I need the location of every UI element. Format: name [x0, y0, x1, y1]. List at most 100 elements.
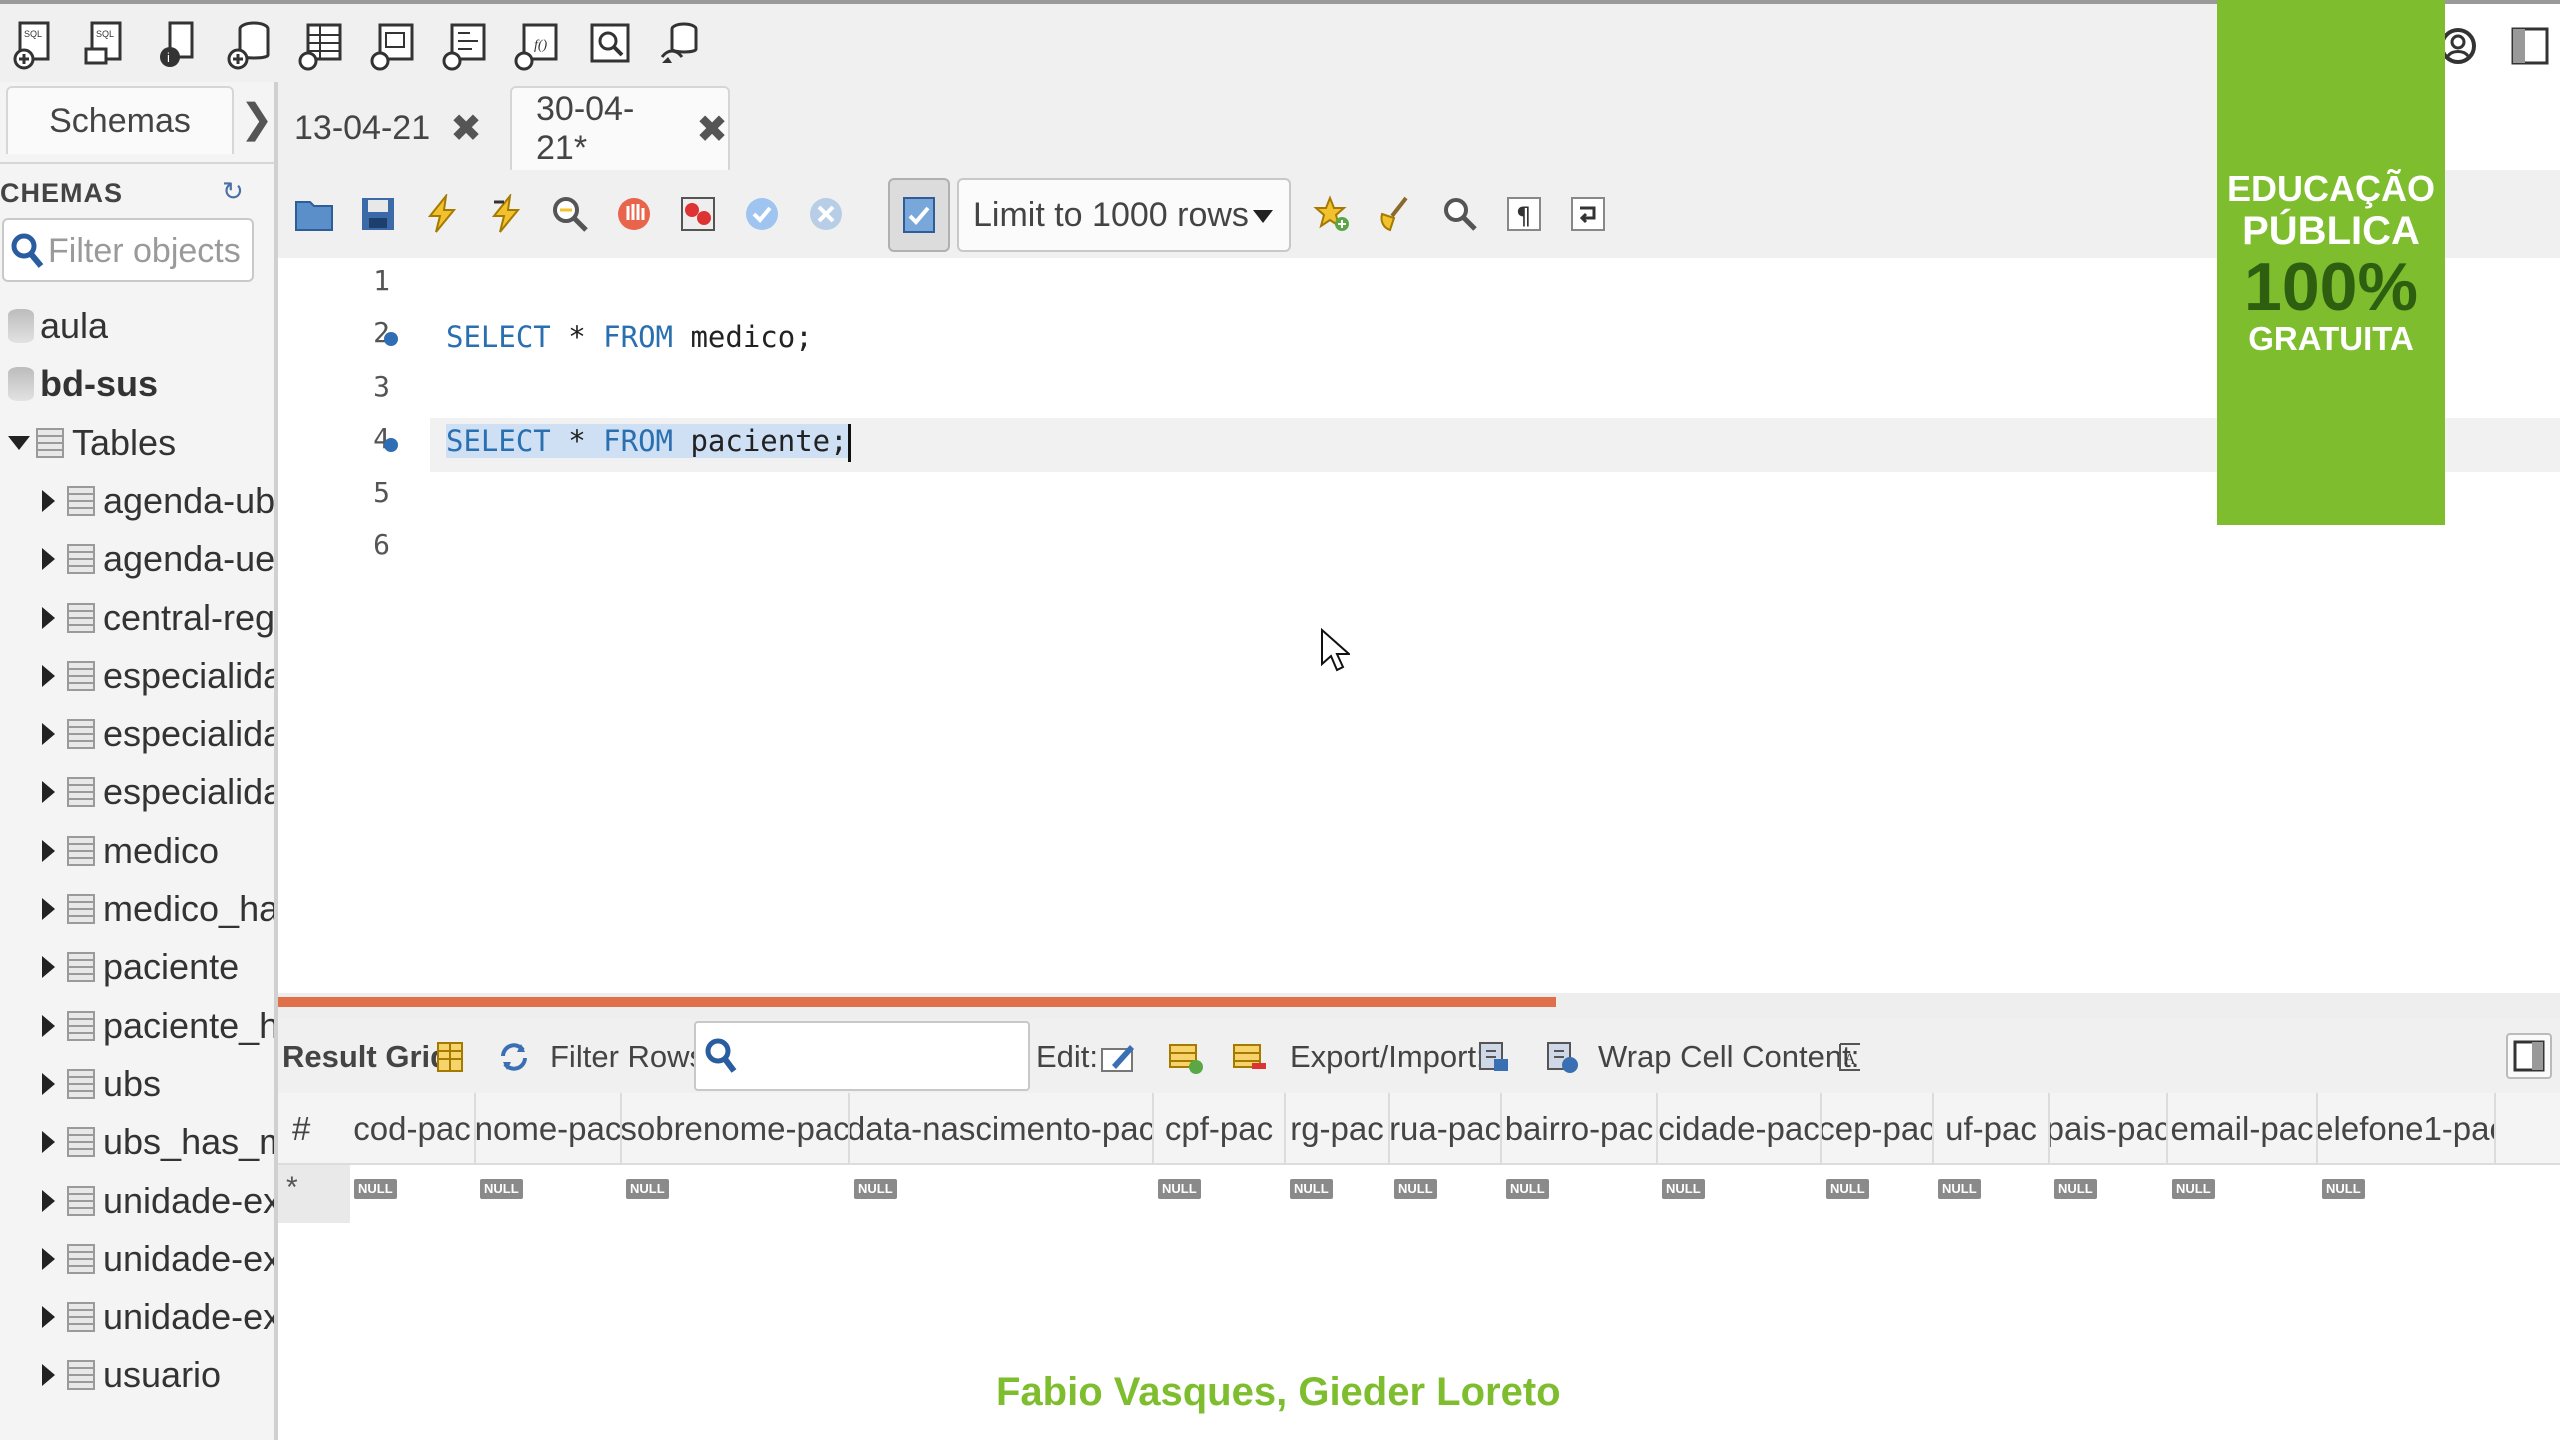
- chevron-right-icon[interactable]: [42, 1247, 55, 1270]
- tab-30-04-21[interactable]: 30-04-21* ✖: [510, 86, 730, 170]
- column-header[interactable]: rua-pac: [1390, 1093, 1502, 1165]
- create-schema-icon[interactable]: [222, 16, 278, 74]
- chevron-right-icon[interactable]: [42, 606, 55, 629]
- null-cell[interactable]: NULL: [1826, 1179, 1869, 1199]
- null-cell[interactable]: NULL: [2054, 1179, 2097, 1199]
- create-table-icon[interactable]: [294, 16, 350, 74]
- null-cell[interactable]: NULL: [1662, 1179, 1705, 1199]
- limit-rows-select[interactable]: Limit to 1000 rows: [957, 178, 1291, 252]
- table-tree-item[interactable]: unidade-exe: [0, 1231, 274, 1287]
- table-tree-item[interactable]: agenda-ubs: [0, 473, 274, 529]
- add-row-icon[interactable]: [1166, 1037, 1206, 1077]
- invisible-chars-icon[interactable]: ¶: [1500, 190, 1548, 238]
- beautify-icon[interactable]: [1372, 190, 1420, 238]
- table-tree-item[interactable]: ubs_has_me: [0, 1114, 274, 1170]
- column-header[interactable]: cpf-pac: [1154, 1093, 1286, 1165]
- chevron-right-icon[interactable]: [42, 781, 55, 804]
- schema-tree-item[interactable]: aula: [0, 298, 274, 354]
- toggle-sidebar-icon[interactable]: [2506, 22, 2554, 70]
- chevron-right-icon[interactable]: [42, 664, 55, 687]
- column-header[interactable]: pais-pac: [2050, 1093, 2168, 1165]
- wrap-icon[interactable]: [1564, 190, 1612, 238]
- execute-current-icon[interactable]: [482, 190, 530, 238]
- table-tree-item[interactable]: especialidac: [0, 648, 274, 704]
- edit-row-icon[interactable]: [1098, 1037, 1138, 1077]
- null-cell[interactable]: NULL: [1506, 1179, 1549, 1199]
- reconnect-icon[interactable]: [652, 16, 708, 74]
- column-header[interactable]: uf-pac: [1934, 1093, 2050, 1165]
- filter-objects-input[interactable]: Filter objects: [2, 218, 254, 282]
- autocommit-toggle-button[interactable]: [888, 178, 950, 252]
- result-grid-view-icon[interactable]: [430, 1037, 470, 1077]
- table-tree-item[interactable]: usuario: [0, 1347, 274, 1403]
- chevron-right-icon[interactable]: [42, 839, 55, 862]
- chevron-right-icon[interactable]: ❯: [240, 96, 274, 142]
- column-header[interactable]: telefone1-pac: [2318, 1093, 2496, 1165]
- table-tree-item[interactable]: medico: [0, 823, 274, 879]
- chevron-down-icon[interactable]: [8, 435, 30, 450]
- column-header[interactable]: cidade-pac: [1658, 1093, 1822, 1165]
- wrap-cell-icon[interactable]: A: [1830, 1037, 1870, 1077]
- table-row[interactable]: * NULL NULL NULL NULL NULL NULL NULL NULL NULL NU…: [278, 1165, 2560, 1223]
- chevron-right-icon[interactable]: [42, 489, 55, 512]
- export-icon[interactable]: [1474, 1037, 1514, 1077]
- null-cell[interactable]: NULL: [1394, 1179, 1437, 1199]
- table-tree-item[interactable]: agenda-ue: [0, 531, 274, 587]
- close-icon[interactable]: ✖: [696, 107, 728, 152]
- column-header[interactable]: cod-pac: [350, 1093, 476, 1165]
- chevron-right-icon[interactable]: [42, 898, 55, 920]
- commit-icon[interactable]: [738, 190, 786, 238]
- null-cell[interactable]: NULL: [854, 1179, 897, 1199]
- filter-rows-input[interactable]: [694, 1021, 1030, 1091]
- schema-tree-item[interactable]: bd-sus: [0, 356, 274, 412]
- table-tree-item[interactable]: paciente: [0, 939, 274, 995]
- chevron-right-icon[interactable]: [42, 1364, 55, 1387]
- column-header[interactable]: rg-pac: [1286, 1093, 1390, 1165]
- null-cell[interactable]: NULL: [626, 1179, 669, 1199]
- close-icon[interactable]: ✖: [450, 106, 482, 151]
- chevron-right-icon[interactable]: [42, 1189, 55, 1212]
- null-cell[interactable]: NULL: [1290, 1179, 1333, 1199]
- explain-icon[interactable]: [546, 190, 594, 238]
- chevron-right-icon[interactable]: [42, 1306, 55, 1329]
- table-tree-item[interactable]: ubs: [0, 1056, 274, 1112]
- search-table-data-icon[interactable]: [582, 16, 638, 74]
- find-icon[interactable]: [1436, 190, 1484, 238]
- column-header[interactable]: nome-pac: [476, 1093, 622, 1165]
- tables-folder-item[interactable]: Tables: [0, 415, 274, 471]
- null-cell[interactable]: NULL: [480, 1179, 523, 1199]
- editor-result-splitter[interactable]: [278, 993, 2560, 1019]
- import-icon[interactable]: [1542, 1037, 1582, 1077]
- column-header[interactable]: cep-pac: [1822, 1093, 1934, 1165]
- rollback-icon[interactable]: [802, 190, 850, 238]
- table-tree-item[interactable]: unidade-exe: [0, 1173, 274, 1229]
- null-cell[interactable]: NULL: [1158, 1179, 1201, 1199]
- execute-icon[interactable]: [418, 190, 466, 238]
- favorite-add-icon[interactable]: [1308, 190, 1356, 238]
- column-header[interactable]: sobrenome-pac: [622, 1093, 850, 1165]
- stop-on-error-icon[interactable]: [674, 190, 722, 238]
- null-cell[interactable]: NULL: [1938, 1179, 1981, 1199]
- table-tree-item[interactable]: especialidac: [0, 706, 274, 762]
- column-header[interactable]: bairro-pac: [1502, 1093, 1658, 1165]
- save-icon[interactable]: [354, 190, 402, 238]
- null-cell[interactable]: NULL: [354, 1179, 397, 1199]
- table-tree-item[interactable]: central-regu: [0, 590, 274, 646]
- new-sql-tab-icon[interactable]: SQL: [8, 16, 64, 74]
- schemas-tab[interactable]: Schemas: [6, 86, 234, 154]
- inspector-icon[interactable]: i: [150, 16, 206, 74]
- tab-13-04-21[interactable]: 13-04-21 ✖: [286, 86, 496, 170]
- delete-row-icon[interactable]: [1230, 1037, 1270, 1077]
- table-tree-item[interactable]: medico_has_: [0, 881, 274, 937]
- refresh-icon[interactable]: [494, 1037, 534, 1077]
- chevron-right-icon[interactable]: [42, 1014, 55, 1037]
- open-sql-script-icon[interactable]: SQL: [78, 16, 134, 74]
- table-tree-item[interactable]: unidade-exe: [0, 1289, 274, 1345]
- chevron-right-icon[interactable]: [42, 723, 55, 746]
- chevron-right-icon[interactable]: [42, 548, 55, 571]
- create-function-icon[interactable]: f(): [510, 16, 566, 74]
- null-cell[interactable]: NULL: [2172, 1179, 2215, 1199]
- toggle-result-panel-icon[interactable]: [2506, 1033, 2552, 1079]
- table-tree-item[interactable]: paciente_ha: [0, 998, 274, 1054]
- column-header[interactable]: #: [278, 1093, 350, 1165]
